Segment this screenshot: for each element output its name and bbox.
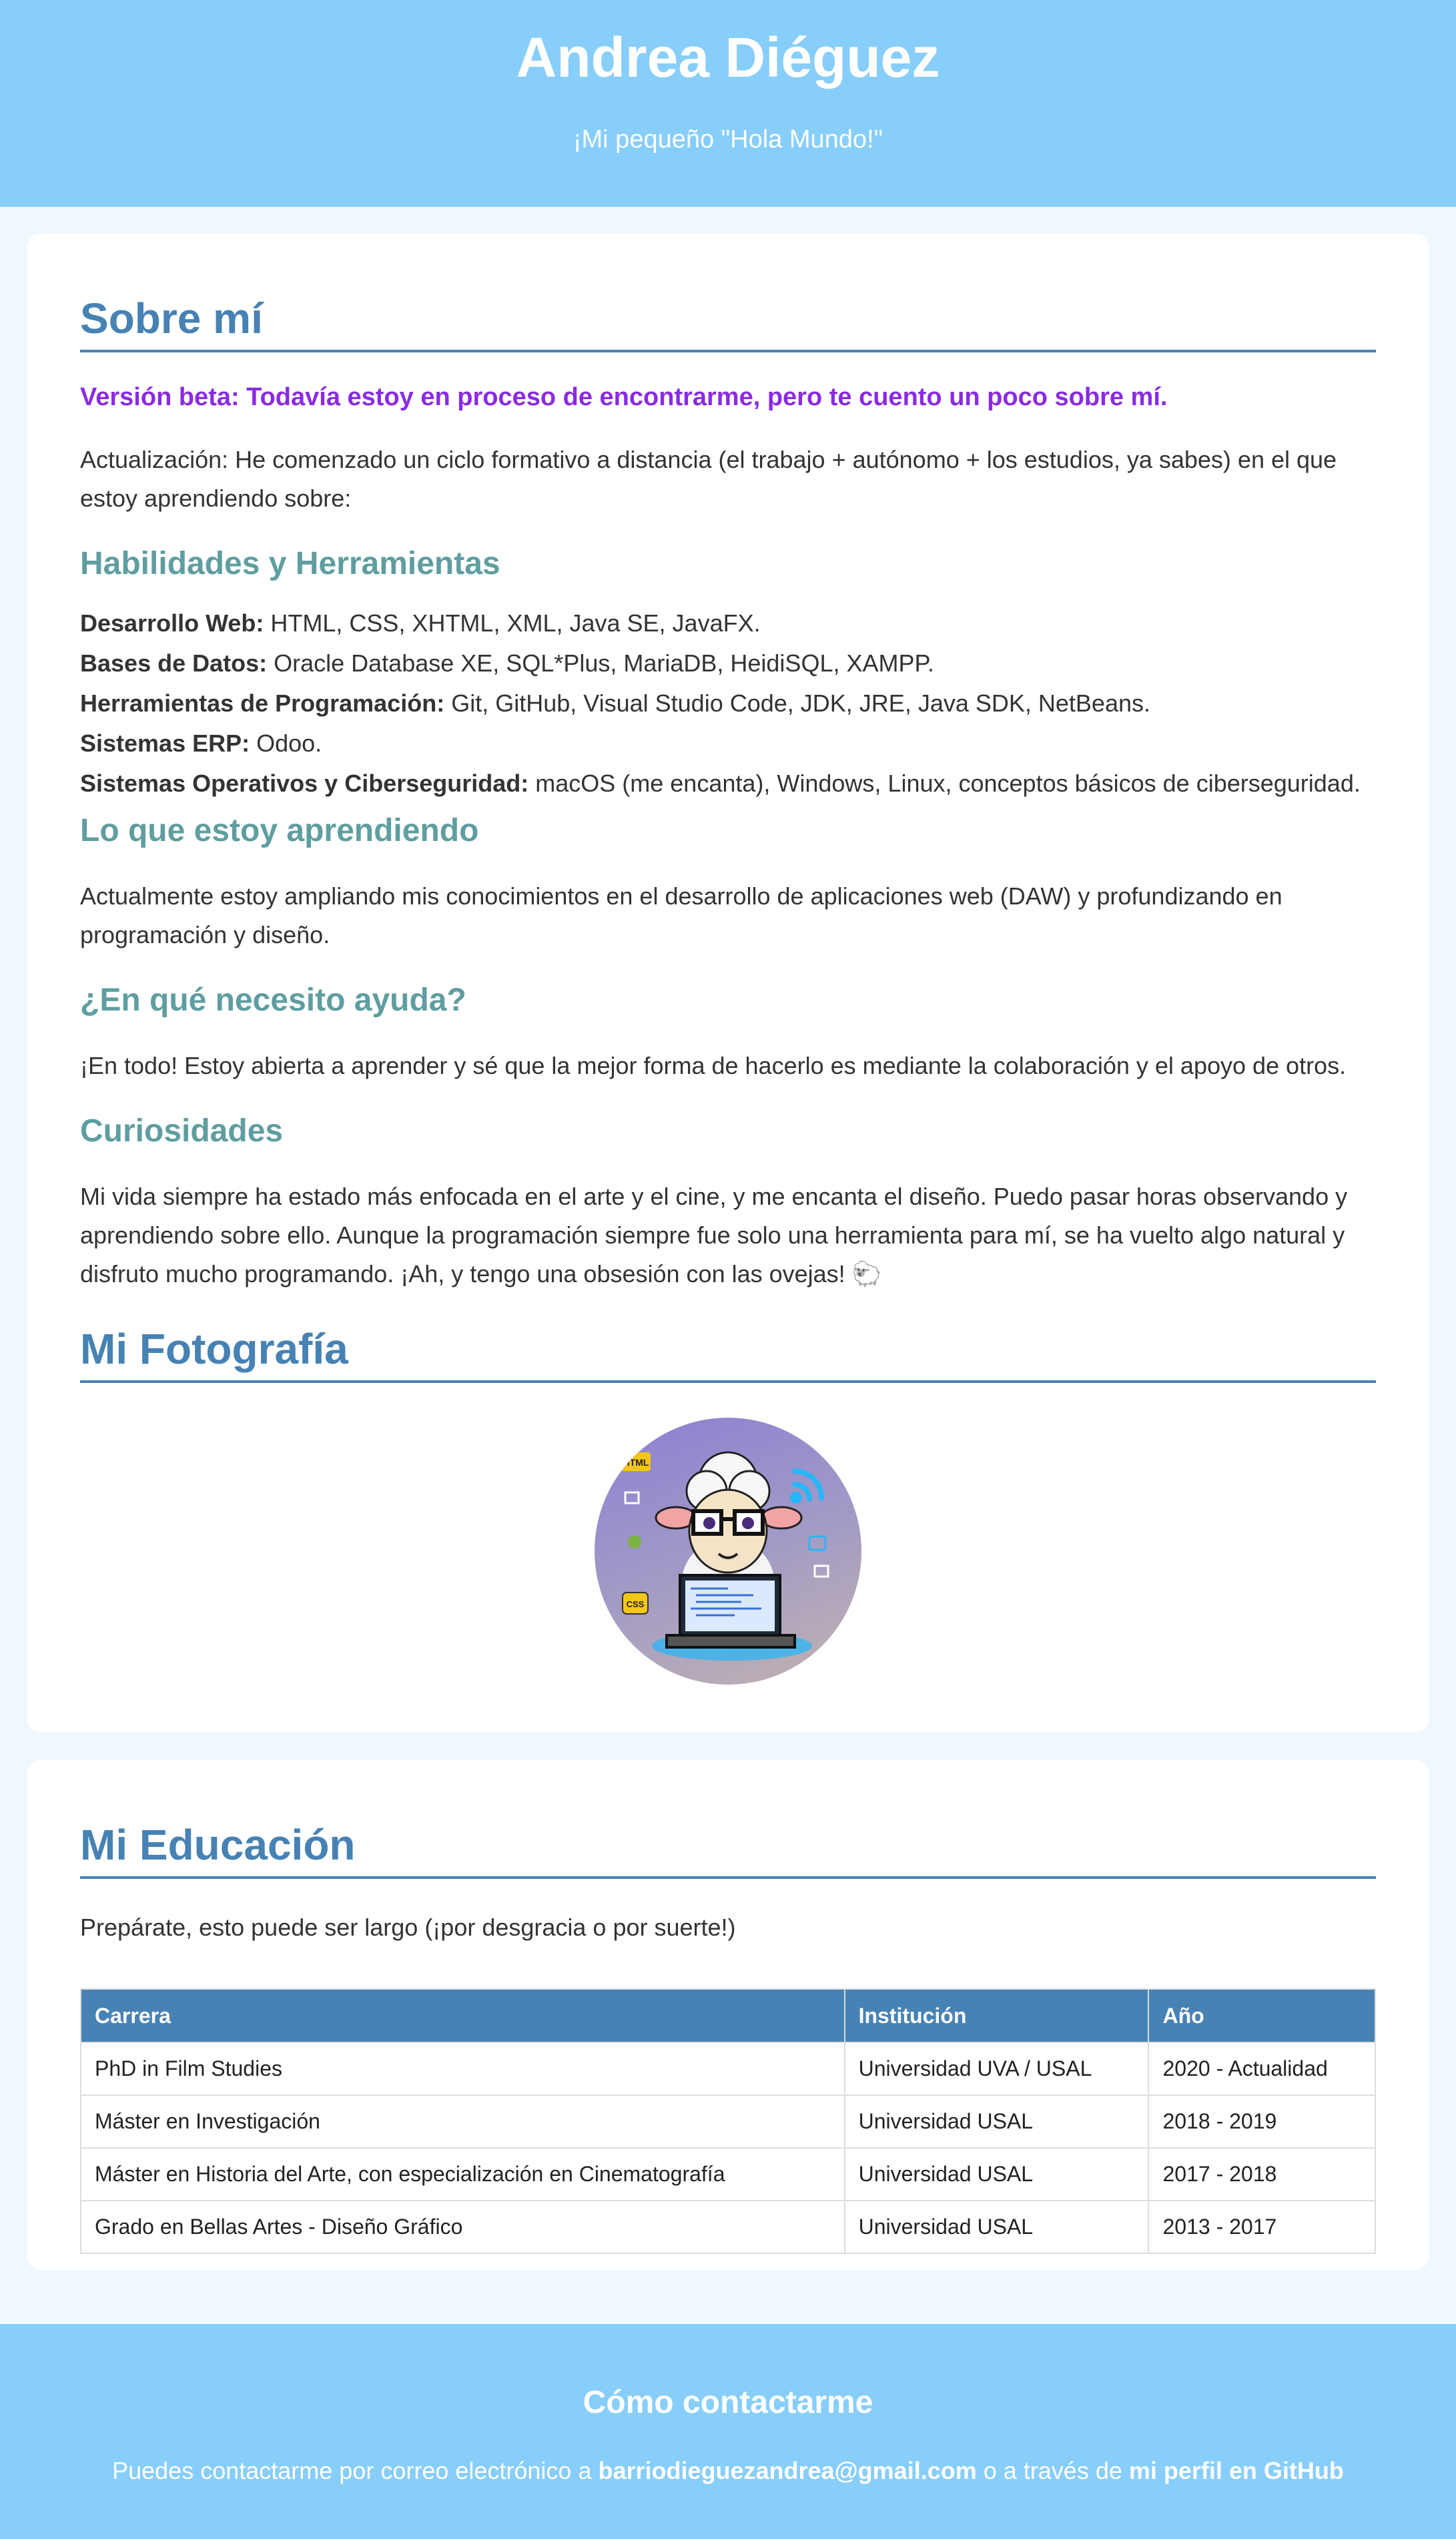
chat-icon-2 xyxy=(813,1565,829,1578)
help-text: ¡En todo! Estoy abierta a aprender y sé … xyxy=(80,1052,1347,1079)
table-cell: Universidad USAL xyxy=(843,2094,1150,2149)
main-content: Sobre mí Versión beta: Todavía estoy en … xyxy=(0,207,1456,2325)
photo-wrapper: HTML CSS xyxy=(80,1418,1376,1688)
table-header-row: Carrera Institución Año xyxy=(80,1988,1376,2043)
profile-photo: HTML CSS xyxy=(595,1418,861,1685)
svg-text:CSS: CSS xyxy=(627,1599,645,1609)
github-link[interactable]: mi perfil en GitHub xyxy=(1129,2457,1344,2484)
column-header-carrera: Carrera xyxy=(80,1988,845,2043)
curiosities-title: Curiosidades xyxy=(80,1113,284,1149)
site-header: Andrea Diéguez ¡Mi pequeño "Hola Mundo!" xyxy=(0,0,1456,207)
learning-title: Lo que estoy aprendiendo xyxy=(80,813,479,848)
table-cell: 2020 - Actualidad xyxy=(1148,2042,1376,2096)
about-section: Sobre mí Versión beta: Todavía estoy en … xyxy=(27,234,1429,1732)
svg-text:HTML: HTML xyxy=(623,1457,649,1468)
skill-item: Herramientas de Programación: Git, GitHu… xyxy=(80,683,1376,724)
table-cell: Grado en Bellas Artes - Diseño Gráfico xyxy=(80,2200,845,2254)
skill-value: macOS (me encanta), Windows, Linux, conc… xyxy=(528,770,1361,797)
skill-label: Sistemas ERP: xyxy=(80,730,250,757)
footer-text-middle: o a través de xyxy=(976,2457,1129,2484)
column-header-ano: Año xyxy=(1148,1988,1376,2043)
email-link[interactable]: barriodieguezandrea@gmail.com xyxy=(598,2457,976,2484)
table-cell: Máster en Investigación xyxy=(80,2094,845,2149)
help-title: ¿En qué necesito ayuda? xyxy=(80,982,466,1018)
table-cell: 2013 - 2017 xyxy=(1148,2200,1376,2254)
site-footer: Cómo contactarme Puedes contactarme por … xyxy=(0,2324,1456,2539)
skills-list: Desarrollo Web: HTML, CSS, XHTML, XML, J… xyxy=(80,603,1376,804)
skill-value: HTML, CSS, XHTML, XML, Java SE, JavaFX. xyxy=(264,609,761,637)
skill-value: Odoo. xyxy=(250,730,322,757)
column-header-institucion: Institución xyxy=(843,1988,1150,2043)
education-intro: Prepárate, esto puede ser largo (¡por de… xyxy=(80,1914,736,1941)
update-text: Actualización: He comenzado un ciclo for… xyxy=(80,446,1337,512)
footer-title: Cómo contactarme xyxy=(583,2385,873,2420)
skill-label: Desarrollo Web: xyxy=(80,609,264,637)
table-row: Máster en Investigación Universidad USAL… xyxy=(80,2094,1376,2149)
html-badge-icon: HTML xyxy=(621,1452,651,1471)
skill-value: Oracle Database XE, SQL*Plus, MariaDB, H… xyxy=(267,649,934,677)
table-cell: Universidad UVA / USAL xyxy=(843,2042,1150,2096)
skill-item: Desarrollo Web: HTML, CSS, XHTML, XML, J… xyxy=(80,603,1376,643)
table-cell: Máster en Historia del Arte, con especia… xyxy=(80,2147,845,2201)
css-badge-icon: CSS xyxy=(622,1592,649,1615)
photo-title: Mi Fotografía xyxy=(80,1322,1376,1383)
table-cell: Universidad USAL xyxy=(843,2147,1150,2201)
page-subtitle: ¡Mi pequeño "Hola Mundo!" xyxy=(573,125,883,154)
education-section: Mi Educación Prepárate, esto puede ser l… xyxy=(27,1760,1429,2270)
table-cell: Universidad USAL xyxy=(843,2200,1150,2254)
skill-value: Git, GitHub, Visual Studio Code, JDK, JR… xyxy=(444,689,1150,717)
skill-label: Sistemas Operativos y Ciberseguridad: xyxy=(80,770,529,797)
skills-title: Habilidades y Herramientas xyxy=(80,546,500,581)
table-cell: 2017 - 2018 xyxy=(1148,2147,1376,2201)
table-row: PhD in Film Studies Universidad UVA / US… xyxy=(80,2042,1376,2096)
skill-item: Bases de Datos: Oracle Database XE, SQL*… xyxy=(80,643,1376,683)
footer-text-before: Puedes contactarme por correo electrónic… xyxy=(112,2457,599,2484)
table-cell: PhD in Film Studies xyxy=(80,2042,845,2096)
learning-text: Actualmente estoy ampliando mis conocimi… xyxy=(80,882,1283,948)
about-title: Sobre mí xyxy=(80,291,1376,352)
table-row: Máster en Historia del Arte, con especia… xyxy=(80,2147,1376,2201)
curiosities-text: Mi vida siempre ha estado más enfocada e… xyxy=(80,1183,1348,1288)
table-row: Grado en Bellas Artes - Diseño Gráfico U… xyxy=(80,2200,1376,2254)
skill-label: Herramientas de Programación: xyxy=(80,689,445,717)
leaf-icon xyxy=(628,1535,641,1548)
skill-label: Bases de Datos: xyxy=(80,649,268,677)
footer-contact-text: Puedes contactarme por correo electrónic… xyxy=(0,2423,1456,2487)
sheep-illustration: HTML CSS xyxy=(621,1451,829,1661)
page-title: Andrea Diéguez xyxy=(516,26,940,89)
beta-note: Versión beta: Todavía estoy en proceso d… xyxy=(80,383,1168,411)
home-icon xyxy=(808,1535,827,1551)
wifi-icon xyxy=(790,1468,824,1504)
table-cell: 2018 - 2019 xyxy=(1148,2094,1376,2149)
skill-item: Sistemas Operativos y Ciberseguridad: ma… xyxy=(80,764,1376,804)
education-title: Mi Educación xyxy=(80,1817,1376,1879)
education-table: Carrera Institución Año PhD in Film Stud… xyxy=(80,1988,1376,2254)
chat-icon xyxy=(624,1491,640,1504)
skill-item: Sistemas ERP: Odoo. xyxy=(80,724,1376,764)
